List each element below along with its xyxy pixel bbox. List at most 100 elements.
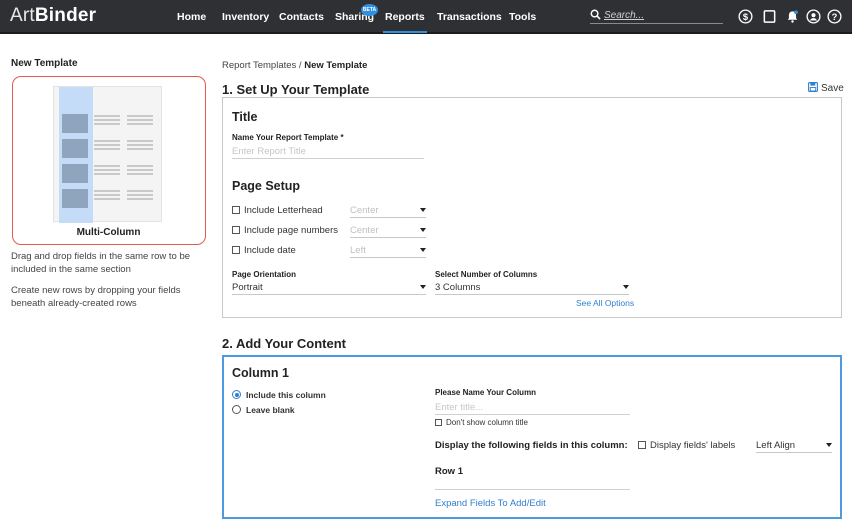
letterhead-checkbox[interactable]: Include Letterhead [232, 205, 323, 216]
display-labels-checkbox[interactable]: Display fields' labels [638, 440, 735, 451]
checkbox-box[interactable] [232, 246, 240, 254]
column-name-input[interactable]: Enter title... [435, 400, 630, 415]
chevron-down-icon [420, 248, 426, 252]
thumb-block [62, 189, 88, 208]
thumb-line [127, 123, 153, 125]
layout-label: Multi-Column [76, 227, 141, 238]
nav-home[interactable]: Home [177, 11, 206, 23]
breadcrumb-report-templates[interactable]: Report Templates [222, 60, 296, 71]
search-input[interactable]: Search... [604, 10, 644, 21]
left-panel-title: New Template [11, 58, 78, 69]
content-heading: 2. Add Your Content [222, 336, 346, 351]
page-numbers-align-select[interactable]: Center [350, 225, 426, 238]
row-divider [435, 489, 630, 490]
artbinder-logo[interactable]: ArtBinder [10, 5, 96, 27]
letterhead-label: Include Letterhead [244, 205, 323, 216]
checkbox-box[interactable] [435, 419, 442, 426]
align-value: Left Align [756, 440, 796, 451]
page-numbers-checkbox[interactable]: Include page numbers [232, 225, 338, 236]
thumb-line [94, 198, 120, 200]
thumb-line [94, 148, 120, 150]
date-checkbox[interactable]: Include date [232, 245, 296, 256]
nav-inventory[interactable]: Inventory [222, 11, 269, 23]
thumb-line [94, 119, 120, 121]
logo-text-light: Art [10, 5, 35, 26]
nav-tools[interactable]: Tools [509, 11, 536, 23]
thumb-line [94, 173, 120, 175]
column-name-label: Please Name Your Column [435, 388, 537, 397]
chevron-down-icon [420, 285, 426, 289]
svg-text:?: ? [832, 12, 838, 22]
checkbox-box[interactable] [638, 441, 646, 449]
nav-contacts[interactable]: Contacts [279, 11, 324, 23]
letterhead-align-value: Center [350, 205, 379, 216]
expand-fields-link[interactable]: Expand Fields To Add/Edit [435, 498, 546, 509]
chevron-down-icon [420, 208, 426, 212]
save-button[interactable]: Save [808, 82, 844, 94]
radio-selected[interactable] [232, 390, 241, 399]
column-title: Column 1 [232, 366, 289, 380]
thumb-block [62, 164, 88, 183]
dont-show-title-checkbox[interactable]: Don't show column title [435, 418, 528, 427]
dont-show-title-label: Don't show column title [446, 418, 529, 427]
page-orientation-select[interactable]: Portrait [232, 282, 426, 295]
page-numbers-align-value: Center [350, 225, 379, 236]
see-all-options-link[interactable]: See All Options [576, 298, 634, 308]
thumb-line [94, 140, 120, 142]
breadcrumb: Report Templates / New Template [222, 60, 367, 71]
thumb-line [94, 190, 120, 192]
display-labels-label: Display fields' labels [650, 440, 736, 451]
template-name-input[interactable]: Enter Report Title [232, 144, 424, 159]
title-section-heading: Title [232, 110, 258, 124]
top-nav-bar: ArtBinder Home Inventory Contacts Sharin… [0, 0, 852, 34]
thumb-line [127, 148, 153, 150]
search-box[interactable]: Search... [590, 8, 723, 24]
thumb-line [127, 115, 153, 117]
thumb-block [62, 114, 88, 133]
columns-label: Select Number of Columns [435, 270, 538, 279]
thumb-line [127, 190, 153, 192]
search-icon [590, 9, 601, 20]
align-select[interactable]: Left Align [756, 440, 832, 453]
setup-heading: 1. Set Up Your Template [222, 82, 370, 97]
logo-text-bold: Binder [34, 5, 97, 26]
thumb-line [127, 194, 153, 196]
help-icon[interactable]: ? [827, 9, 842, 24]
include-column-radio[interactable]: Include this column [232, 390, 326, 400]
date-label: Include date [244, 245, 296, 256]
tablet-icon[interactable] [762, 9, 777, 24]
bell-icon[interactable] [785, 9, 800, 24]
thumb-line [94, 123, 120, 125]
letterhead-align-select[interactable]: Center [350, 205, 426, 218]
row-1-label: Row 1 [435, 466, 463, 477]
display-fields-heading: Display the following fields in this col… [435, 440, 628, 451]
save-icon [808, 82, 818, 92]
page-setup-heading: Page Setup [232, 179, 301, 193]
user-icon[interactable] [806, 9, 821, 24]
thumb-line [94, 115, 120, 117]
nav-reports[interactable]: Reports [383, 11, 427, 33]
checkbox-box[interactable] [232, 206, 240, 214]
save-label: Save [821, 83, 844, 94]
thumb-line [127, 140, 153, 142]
setup-panel: Title Name Your Report Template * Enter … [222, 97, 842, 318]
include-column-label: Include this column [246, 390, 326, 400]
thumb-line [127, 198, 153, 200]
checkbox-box[interactable] [232, 226, 240, 234]
thumb-line [127, 173, 153, 175]
chevron-down-icon [420, 228, 426, 232]
nav-transactions[interactable]: Transactions [437, 11, 502, 23]
thumb-line [127, 144, 153, 146]
page-orientation-label: Page Orientation [232, 270, 297, 279]
radio-unselected[interactable] [232, 405, 241, 414]
thumb-line [127, 165, 153, 167]
page-orientation-value: Portrait [232, 282, 263, 293]
dollar-icon[interactable]: $ [738, 9, 753, 24]
breadcrumb-separator: / [298, 60, 302, 71]
thumb-block [62, 139, 88, 158]
layout-preview-multi-column[interactable]: Multi-Column [12, 76, 206, 245]
columns-select[interactable]: 3 Columns [435, 282, 629, 295]
leave-blank-radio[interactable]: Leave blank [232, 405, 295, 415]
thumb-line [94, 165, 120, 167]
date-align-select[interactable]: Left [350, 245, 426, 258]
